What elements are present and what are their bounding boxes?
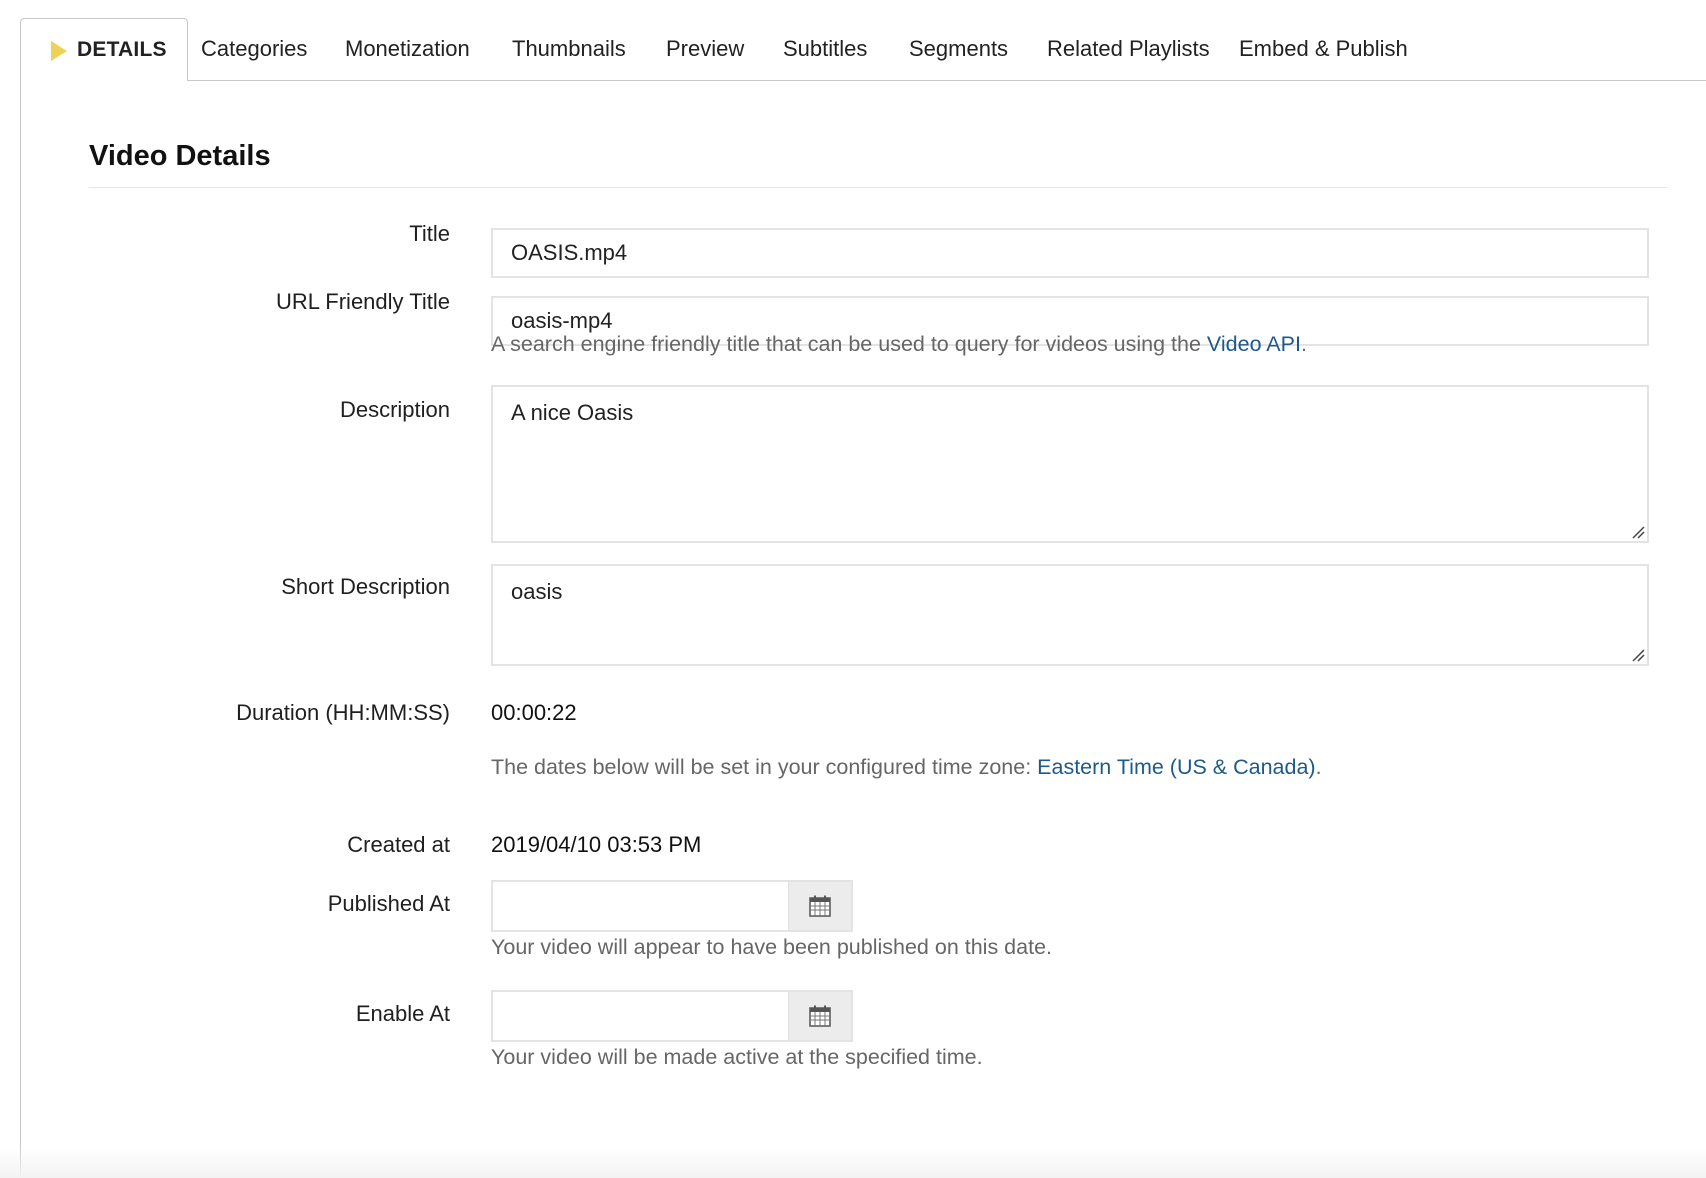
resize-handle-icon[interactable] — [1631, 648, 1645, 662]
timezone-note: The dates below will be set in your conf… — [491, 755, 1322, 780]
tab-monetization[interactable]: Monetization — [345, 18, 470, 80]
published-at-calendar-button[interactable] — [788, 882, 851, 930]
video-api-link[interactable]: Video API — [1207, 332, 1301, 356]
tab-bar: DETAILS Categories Monetization Thumbnai… — [20, 18, 1706, 81]
tab-subtitles[interactable]: Subtitles — [783, 18, 867, 80]
timezone-note-text: The dates below will be set in your conf… — [491, 755, 1038, 779]
play-icon — [51, 41, 67, 61]
details-panel: Video Details Title OASIS.mp4 URL Friend… — [20, 80, 1706, 1178]
resize-handle-icon[interactable] — [1631, 525, 1645, 539]
url-title-label: URL Friendly Title — [275, 289, 450, 314]
tab-details[interactable]: DETAILS — [20, 18, 188, 81]
bottom-fade — [0, 1148, 1706, 1178]
short-description-textarea[interactable]: oasis — [491, 564, 1649, 666]
tab-categories[interactable]: Categories — [201, 18, 307, 80]
title-input[interactable]: OASIS.mp4 — [491, 228, 1649, 278]
calendar-icon — [809, 1005, 831, 1027]
enable-at-calendar-button[interactable] — [788, 992, 851, 1040]
created-at-value: 2019/04/10 03:53 PM — [491, 832, 702, 857]
tab-thumbnails[interactable]: Thumbnails — [512, 18, 626, 80]
description-value: A nice Oasis — [511, 400, 634, 425]
enable-at-input[interactable] — [491, 990, 853, 1042]
published-at-label: Published At — [327, 891, 450, 916]
tab-details-label: DETAILS — [77, 38, 167, 61]
created-at-label: Created at — [347, 832, 450, 857]
timezone-link[interactable]: Eastern Time (US & Canada) — [1037, 755, 1315, 779]
timezone-note-suffix: . — [1315, 755, 1322, 779]
url-title-help: A search engine friendly title that can … — [491, 332, 1307, 357]
tab-segments[interactable]: Segments — [909, 18, 1008, 80]
tab-embed-publish[interactable]: Embed & Publish — [1239, 18, 1408, 80]
tab-related-playlists[interactable]: Related Playlists — [1047, 18, 1210, 80]
enable-at-label: Enable At — [355, 1001, 450, 1026]
section-title: Video Details — [89, 140, 271, 172]
section-divider — [89, 187, 1667, 188]
title-label: Title — [409, 221, 450, 246]
published-at-help: Your video will appear to have been publ… — [491, 935, 1052, 959]
description-textarea[interactable]: A nice Oasis — [491, 385, 1649, 543]
url-title-help-text: A search engine friendly title that can … — [491, 332, 1207, 356]
short-description-label: Short Description — [281, 574, 450, 599]
short-description-value: oasis — [511, 579, 563, 604]
url-title-help-suffix: . — [1300, 332, 1307, 356]
duration-label: Duration (HH:MM:SS) — [236, 700, 450, 725]
published-at-input[interactable] — [491, 880, 853, 932]
duration-value: 00:00:22 — [491, 700, 577, 725]
calendar-icon — [809, 895, 831, 917]
enable-at-help: Your video will be made active at the sp… — [491, 1045, 983, 1069]
description-label: Description — [339, 397, 450, 422]
tab-preview[interactable]: Preview — [666, 18, 744, 80]
